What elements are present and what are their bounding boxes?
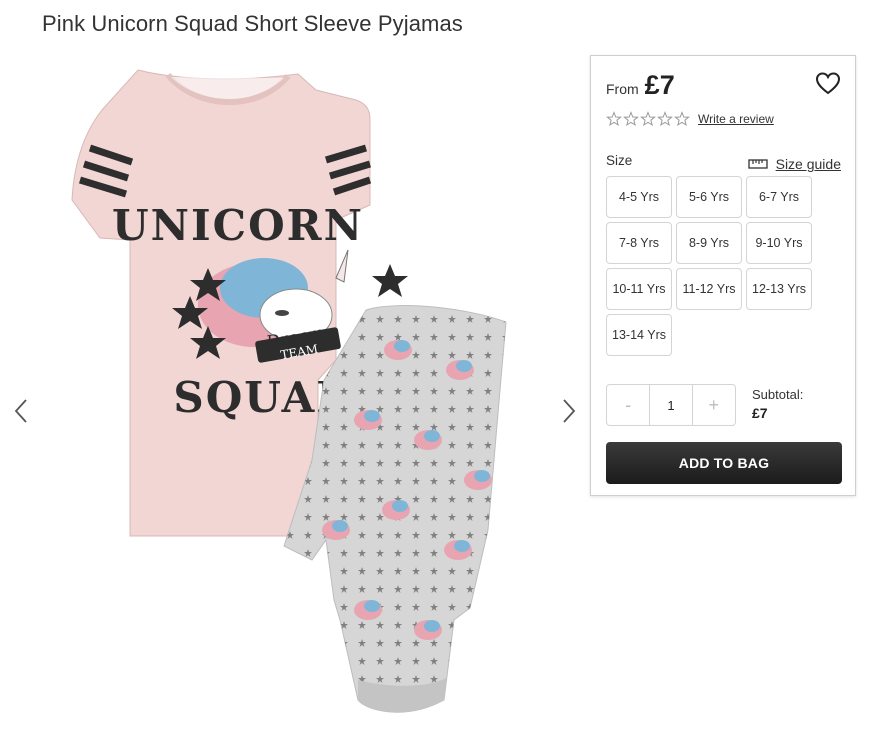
product-gallery: UNICORN Dream TEAM SQUAD [0,52,588,737]
purchase-panel: From £7 Write a review Size Size guide 4-… [590,55,856,496]
size-options: 4-5 Yrs 5-6 Yrs 6-7 Yrs 7-8 Yrs 8-9 Yrs … [606,176,816,356]
chevron-right-icon [563,399,576,423]
size-option[interactable]: 6-7 Yrs [746,176,812,218]
quantity-stepper: - 1 + [606,384,736,426]
size-option[interactable]: 12-13 Yrs [746,268,812,310]
star-outline-icon [657,111,673,126]
star-outline-icon [674,111,690,126]
quantity-decrease-button[interactable]: - [607,385,649,425]
next-image-button[interactable] [557,397,581,425]
heart-icon [815,72,841,95]
from-label: From [606,81,639,97]
ruler-icon [747,159,768,169]
chevron-left-icon [14,399,27,423]
size-option[interactable]: 7-8 Yrs [606,222,672,264]
tshirt-print-line1: UNICORN [112,201,364,250]
size-option[interactable]: 13-14 Yrs [606,314,672,356]
price: £7 [644,70,675,100]
size-guide-link[interactable]: Size guide [747,156,841,172]
product-image: UNICORN Dream TEAM SQUAD [71,69,507,713]
subtotal-label: Subtotal: [752,387,804,402]
subtotal-value: £7 [752,405,768,421]
star-outline-icon [606,111,622,126]
write-review-link[interactable]: Write a review [698,112,774,126]
size-option[interactable]: 5-6 Yrs [676,176,742,218]
previous-image-button[interactable] [9,397,33,425]
subtotal: Subtotal: £7 [752,386,803,422]
size-guide-label: Size guide [775,156,841,172]
quantity-value[interactable]: 1 [649,385,693,425]
size-option[interactable]: 9-10 Yrs [746,222,812,264]
star-outline-icon [623,111,639,126]
size-label: Size [606,153,633,168]
quantity-increase-button[interactable]: + [693,385,735,425]
size-option[interactable]: 11-12 Yrs [676,268,742,310]
size-option[interactable]: 4-5 Yrs [606,176,672,218]
size-option[interactable]: 8-9 Yrs [676,222,742,264]
star-outline-icon [640,111,656,126]
add-to-bag-button[interactable]: ADD TO BAG [606,442,842,484]
size-option[interactable]: 10-11 Yrs [606,268,672,310]
wishlist-button[interactable] [815,71,841,97]
page-title: Pink Unicorn Squad Short Sleeve Pyjamas [42,11,463,36]
price-row: From £7 [606,70,675,101]
rating-row: Write a review [606,111,774,127]
